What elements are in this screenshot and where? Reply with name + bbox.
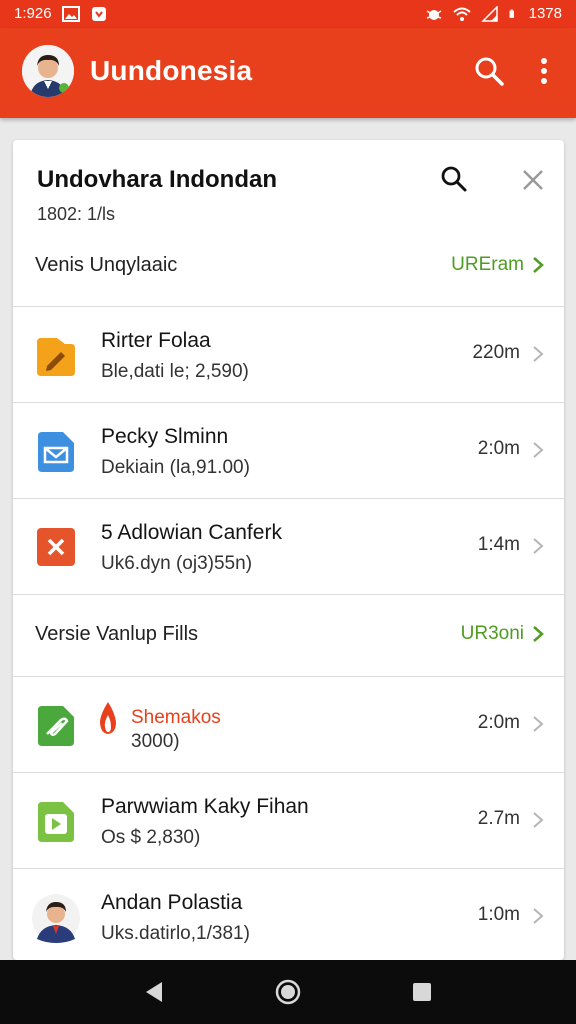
item-size: 2:0m <box>477 712 520 733</box>
section-link-2[interactable]: UR3oni <box>461 623 544 645</box>
item-meta: Os $ 2,830) <box>101 827 201 848</box>
list-item[interactable]: Pecky Slminn Dekiain (la,91.00) 2:0m <box>13 403 564 499</box>
item-meta: Uks.datirlo,1/381) <box>101 923 250 944</box>
section-header-2: Versie Vanlup Fills UR3oni <box>13 595 564 677</box>
card-subtitle: 1802: 1/ls <box>37 204 116 224</box>
status-right-text: 1378 <box>528 5 562 22</box>
item-size: 2.7m <box>477 808 520 829</box>
item-size: 1:4m <box>477 534 520 555</box>
person-avatar-icon <box>22 45 74 97</box>
chevron-right-icon <box>533 346 544 362</box>
item-meta: Uk6.dyn (oj3)55n) <box>101 553 253 574</box>
results-card: Undovhara Indondan 1802: 1/ls Venis Unqy… <box>13 140 564 960</box>
section-link-1[interactable]: UREram <box>451 254 544 276</box>
list-item[interactable]: Rirter Folaa Ble,dati le; 2,590) 220m <box>13 307 564 403</box>
home-icon[interactable] <box>272 976 304 1008</box>
close-box-icon <box>37 528 75 566</box>
list-item[interactable]: 5 Adlowian Canferk Uk6.dyn (oj3)55n) 1:4… <box>13 499 564 595</box>
item-name: Rirter Folaa <box>101 329 211 352</box>
chevron-right-icon <box>533 442 544 458</box>
item-meta: Dekiain (la,91.00) <box>101 457 250 478</box>
app-title: Uundonesia <box>90 55 253 86</box>
search-icon[interactable] <box>439 164 469 194</box>
item-name: Shemakos <box>131 707 221 728</box>
folder-edit-icon <box>37 338 75 376</box>
image-notification-icon <box>61 5 80 22</box>
system-nav-bar <box>0 960 576 1024</box>
more-vert-icon[interactable] <box>530 54 558 88</box>
item-size: 220m <box>472 342 520 363</box>
search-icon[interactable] <box>472 54 506 88</box>
item-size: 1:0m <box>477 904 520 925</box>
shield-notification-icon <box>91 6 106 21</box>
bug-icon <box>426 9 442 20</box>
section-label-2: Versie Vanlup Fills <box>35 623 199 645</box>
list-item[interactable]: Shemakos 3000) 2:0m <box>13 677 564 773</box>
attachment-document-icon <box>38 706 74 746</box>
battery-icon <box>509 9 514 18</box>
status-bar: 1:926 1378 <box>0 0 576 28</box>
item-meta: 3000) <box>131 731 180 752</box>
chevron-right-icon <box>533 538 544 554</box>
signal-icon <box>480 5 498 22</box>
status-time: 1:926 <box>14 5 52 22</box>
chevron-right-icon <box>533 716 544 732</box>
chevron-right-icon <box>533 626 544 642</box>
person-avatar-icon <box>32 894 80 943</box>
card-header: Undovhara Indondan 1802: 1/ls Venis Unqy… <box>13 140 564 307</box>
list-item[interactable]: Parwwiam Kaky Fihan Os $ 2,830) 2.7m <box>13 773 564 869</box>
chevron-right-icon <box>533 257 544 273</box>
item-name: Andan Polastia <box>101 891 243 914</box>
section-link-1-text: UREram <box>451 254 524 275</box>
list-item[interactable]: Andan Polastia Uks.datirlo,1/381) 1:0m <box>13 869 564 960</box>
app-bar: Uundonesia <box>0 28 576 118</box>
wifi-icon <box>452 7 471 21</box>
chevron-right-icon <box>533 908 544 924</box>
section-label-1: Venis Unqylaaic <box>35 254 178 276</box>
back-icon[interactable] <box>138 976 170 1008</box>
profile-avatar[interactable] <box>22 45 74 97</box>
section-link-2-text: UR3oni <box>460 623 524 644</box>
mail-document-icon <box>38 432 74 472</box>
item-name: Parwwiam Kaky Fihan <box>101 795 309 818</box>
card-title: Undovhara Indondan <box>37 166 277 193</box>
flame-icon <box>100 702 116 734</box>
item-meta: Ble,dati le; 2,590) <box>101 361 249 382</box>
item-name: Pecky Slminn <box>101 425 229 448</box>
recents-icon[interactable] <box>406 976 438 1008</box>
item-size: 2:0m <box>477 438 520 459</box>
item-name: 5 Adlowian Canferk <box>101 521 282 544</box>
close-icon[interactable] <box>519 166 547 194</box>
play-document-icon <box>38 802 74 842</box>
chevron-right-icon <box>533 812 544 828</box>
